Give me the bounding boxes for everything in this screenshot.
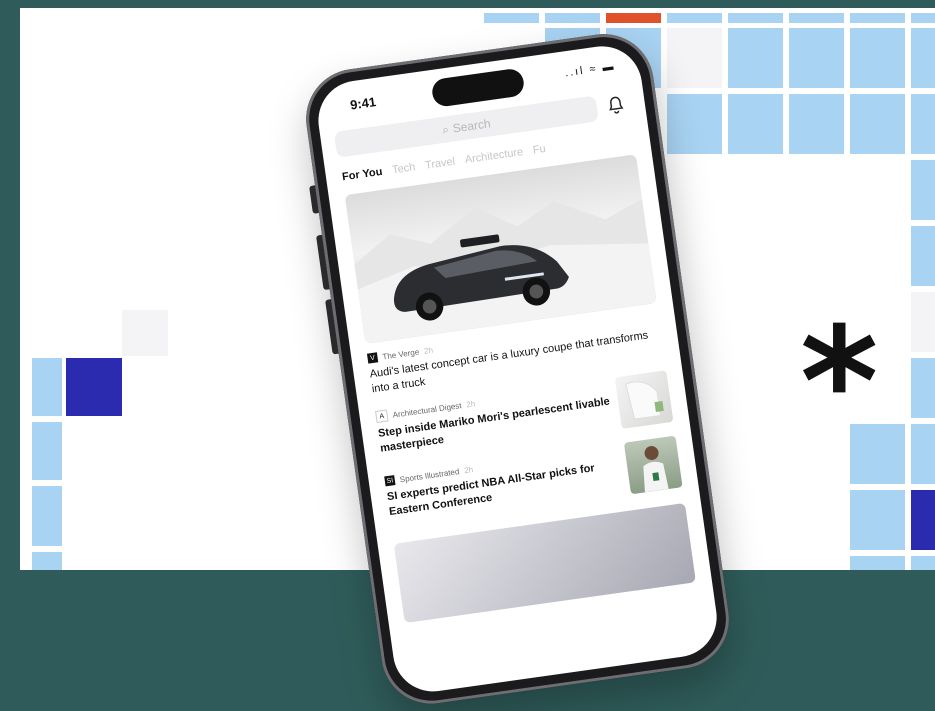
decor-tile xyxy=(32,422,62,480)
status-icons: ..ıl ≈ ▬ xyxy=(564,60,617,80)
hero-image-concept-car[interactable] xyxy=(344,154,657,344)
asterisk-mark: * xyxy=(800,296,879,470)
search-icon: ⌕ xyxy=(441,121,450,137)
decor-tile xyxy=(667,28,722,88)
decor-tile xyxy=(728,13,783,23)
decor-tile xyxy=(850,556,905,570)
status-time: 9:41 xyxy=(349,94,378,113)
tab-more[interactable]: Fu xyxy=(532,143,546,157)
bell-icon[interactable] xyxy=(603,93,628,118)
decor-tile xyxy=(484,13,539,23)
decor-tile xyxy=(32,486,62,546)
decor-tile-dark xyxy=(911,490,935,550)
concept-car-illustration xyxy=(354,198,657,344)
decor-tile xyxy=(911,424,935,484)
story-thumbnail-basketball-player xyxy=(623,435,683,495)
decor-tile xyxy=(667,13,722,23)
decor-tile xyxy=(667,94,722,154)
decor-tile xyxy=(789,28,844,88)
decor-tile xyxy=(728,28,783,88)
decor-tile xyxy=(789,94,844,154)
decor-tile xyxy=(850,13,905,23)
decor-tile-dark xyxy=(66,358,122,416)
source-time: 2h xyxy=(463,464,474,475)
decor-tile xyxy=(850,28,905,88)
decor-tile xyxy=(850,490,905,550)
decor-tile xyxy=(789,13,844,23)
decor-tile xyxy=(728,94,783,154)
decor-tile xyxy=(911,556,935,570)
decor-tile-accent xyxy=(606,13,661,23)
basketball-player-illustration xyxy=(643,446,669,493)
decor-tile xyxy=(911,226,935,286)
decor-tile xyxy=(122,310,168,356)
decor-tile xyxy=(911,358,935,418)
verge-logo-icon: V xyxy=(366,352,379,364)
decor-tile xyxy=(911,292,935,352)
decor-tile xyxy=(545,13,600,23)
phone-screen: 9:41 ..ıl ≈ ▬ ⌕ Search For You Tech Trav… xyxy=(313,41,722,697)
decor-tile xyxy=(850,94,905,154)
sports-illustrated-logo-icon: SI xyxy=(384,475,396,487)
architectural-digest-logo-icon: A xyxy=(375,409,389,424)
decor-tile xyxy=(911,28,935,88)
architecture-thumbnail-illustration xyxy=(625,381,664,420)
source-time: 2h xyxy=(465,398,476,409)
search-placeholder: Search xyxy=(451,116,492,136)
tab-tech[interactable]: Tech xyxy=(391,161,416,176)
decor-tile xyxy=(32,552,62,570)
tab-architecture[interactable]: Architecture xyxy=(464,146,524,166)
decor-tile xyxy=(911,13,935,23)
source-name: The Verge xyxy=(381,346,420,362)
tab-for-you[interactable]: For You xyxy=(341,166,383,184)
decor-tile xyxy=(911,94,935,154)
decor-tile xyxy=(32,358,62,416)
decor-tile xyxy=(911,160,935,220)
dynamic-island xyxy=(430,67,526,108)
story-thumbnail-architecture xyxy=(614,370,674,429)
source-time: 2h xyxy=(423,345,434,356)
tab-travel[interactable]: Travel xyxy=(424,156,456,172)
